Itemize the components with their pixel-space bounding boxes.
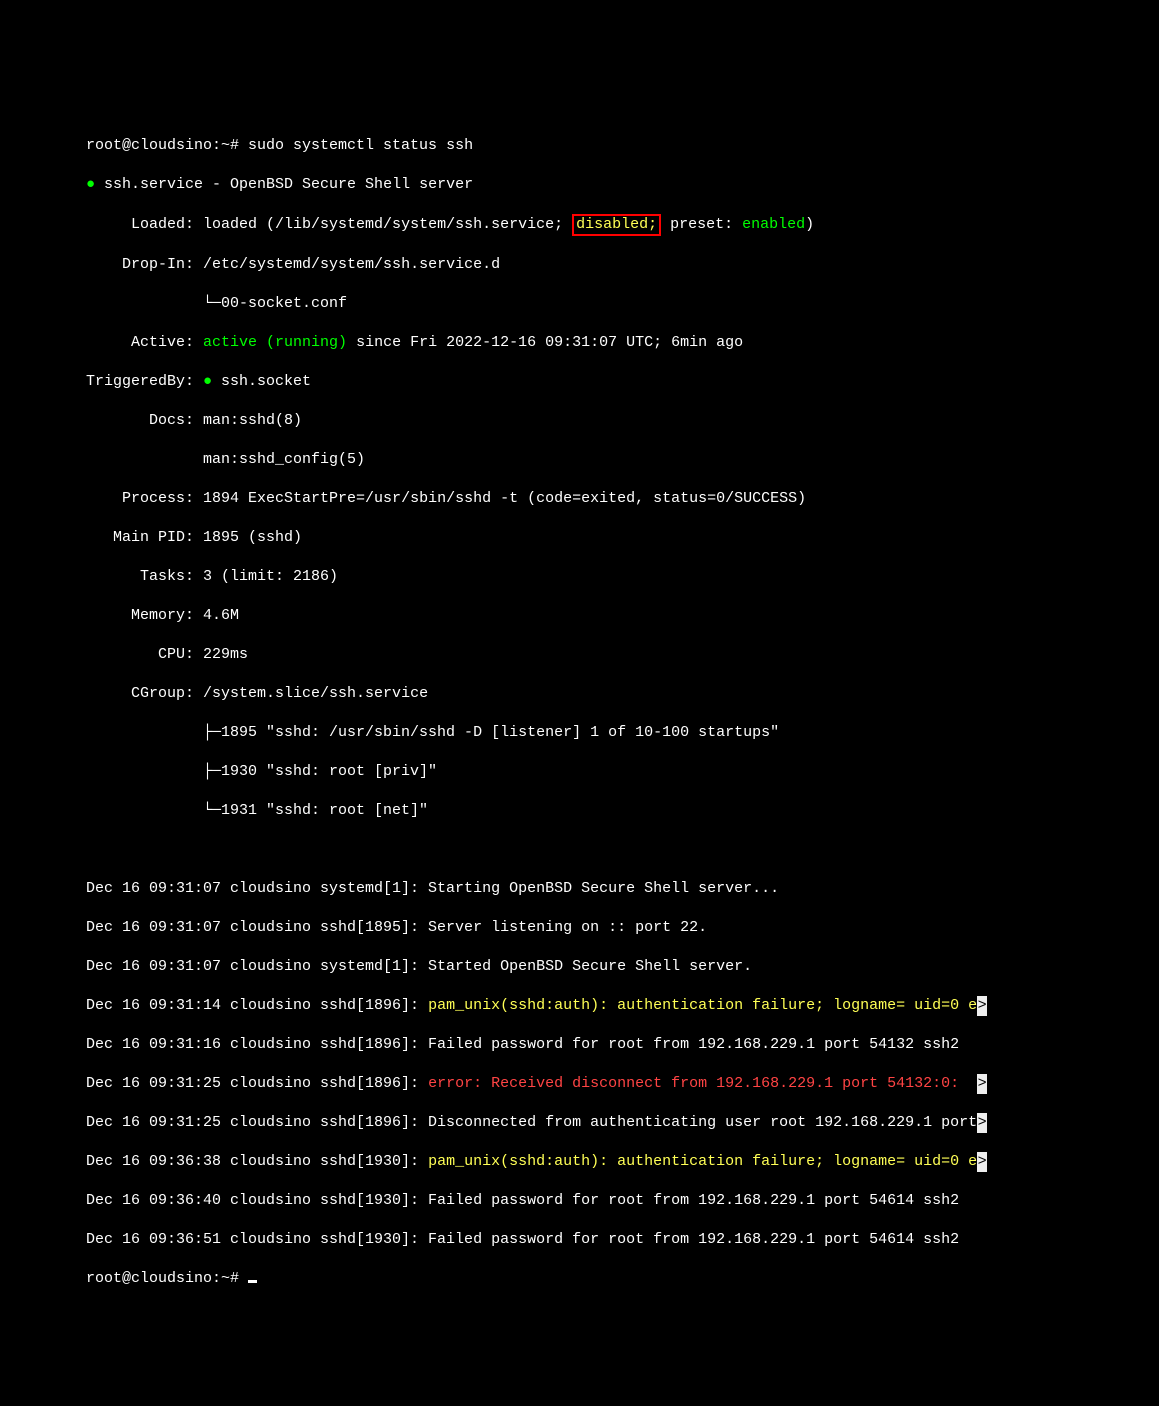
overflow-icon: > xyxy=(977,1074,987,1094)
log-line: Dec 16 09:31:07 cloudsino systemd[1]: St… xyxy=(86,879,1159,899)
preset-label: preset: xyxy=(661,216,742,233)
mainpid-val: 1895 (sshd) xyxy=(203,529,302,546)
log-line: Dec 16 09:31:16 cloudsino sshd[1896]: Fa… xyxy=(86,1035,1159,1055)
log-line: Dec 16 09:36:51 cloudsino sshd[1930]: Fa… xyxy=(86,1230,1159,1250)
log-line: Dec 16 09:31:25 cloudsino sshd[1896]: Di… xyxy=(86,1113,1159,1133)
log-prefix: Dec 16 09:31:14 cloudsino sshd[1896]: xyxy=(86,997,428,1014)
terminal-output: root@cloudsino:~# sudo systemctl status … xyxy=(86,116,1159,1308)
log-prefix: Dec 16 09:31:25 cloudsino sshd[1896]: xyxy=(86,1075,428,1092)
cgroup-label: CGroup: xyxy=(86,685,203,702)
active-since: since Fri 2022-12-16 09:31:07 UTC; 6min … xyxy=(347,334,743,351)
prompt-line[interactable]: root@cloudsino:~# xyxy=(86,1269,1159,1289)
log-line: Dec 16 09:31:25 cloudsino sshd[1896]: er… xyxy=(86,1074,1159,1094)
log-warning: pam_unix(sshd:auth): authentication fail… xyxy=(428,1153,977,1170)
mainpid-label: Main PID: xyxy=(86,529,203,546)
tasks-label: Tasks: xyxy=(86,568,203,585)
memory-label: Memory: xyxy=(86,607,203,624)
loaded-path: loaded (/lib/systemd/system/ssh.service; xyxy=(203,216,572,233)
process-label: Process: xyxy=(86,490,203,507)
prompt: root@cloudsino:~# xyxy=(86,1270,248,1287)
service-name: ssh.service - OpenBSD Secure Shell serve… xyxy=(95,176,473,193)
bullet-icon: ● xyxy=(203,373,212,390)
loaded-label: Loaded: xyxy=(86,216,203,233)
log-line: Dec 16 09:36:40 cloudsino sshd[1930]: Fa… xyxy=(86,1191,1159,1211)
bullet-icon: ● xyxy=(86,176,95,193)
process-val: 1894 ExecStartPre=/usr/sbin/sshd -t (cod… xyxy=(203,490,806,507)
log-prefix: Dec 16 09:36:38 cloudsino sshd[1930]: xyxy=(86,1153,428,1170)
docs-line: Docs: man:sshd(8) xyxy=(86,411,1159,431)
cgroup-val: /system.slice/ssh.service xyxy=(203,685,428,702)
tasks-val: 3 (limit: 2186) xyxy=(203,568,338,585)
cgroup-child: ├─1930 "sshd: root [priv]" xyxy=(86,762,1159,782)
disabled-highlight: disabled; xyxy=(572,214,661,236)
log-warning: pam_unix(sshd:auth): authentication fail… xyxy=(428,997,977,1014)
tasks-line: Tasks: 3 (limit: 2186) xyxy=(86,567,1159,587)
dropin-file-line: └─00-socket.conf xyxy=(86,294,1159,314)
dropin-label: Drop-In: xyxy=(86,256,203,273)
triggeredby-val: ssh.socket xyxy=(212,373,311,390)
triggeredby-label: TriggeredBy: xyxy=(86,373,203,390)
enabled-text: enabled xyxy=(742,216,805,233)
cpu-label: CPU: xyxy=(86,646,203,663)
log-line: Dec 16 09:31:14 cloudsino sshd[1896]: pa… xyxy=(86,996,1159,1016)
cpu-line: CPU: 229ms xyxy=(86,645,1159,665)
docs-val: man:sshd(8) xyxy=(203,412,302,429)
log-line: Dec 16 09:31:07 cloudsino sshd[1895]: Se… xyxy=(86,918,1159,938)
cursor-icon xyxy=(248,1280,257,1283)
overflow-icon: > xyxy=(977,1113,987,1133)
loaded-line: Loaded: loaded (/lib/systemd/system/ssh.… xyxy=(86,214,1159,236)
dropin-line: Drop-In: /etc/systemd/system/ssh.service… xyxy=(86,255,1159,275)
cgroup-child: └─1931 "sshd: root [net]" xyxy=(86,801,1159,821)
prompt: root@cloudsino:~# xyxy=(86,137,248,154)
docs-label: Docs: xyxy=(86,412,203,429)
cgroup-line: CGroup: /system.slice/ssh.service xyxy=(86,684,1159,704)
disabled-text: disabled; xyxy=(576,216,657,233)
active-label: Active: xyxy=(86,334,203,351)
overflow-icon: > xyxy=(977,996,987,1016)
active-status: active (running) xyxy=(203,334,347,351)
memory-line: Memory: 4.6M xyxy=(86,606,1159,626)
dropin-path: /etc/systemd/system/ssh.service.d xyxy=(203,256,500,273)
triggeredby-line: TriggeredBy: ● ssh.socket xyxy=(86,372,1159,392)
command: sudo systemctl status ssh xyxy=(248,137,473,154)
command-line: root@cloudsino:~# sudo systemctl status … xyxy=(86,136,1159,156)
cpu-val: 229ms xyxy=(203,646,248,663)
log-text: Dec 16 09:31:25 cloudsino sshd[1896]: Di… xyxy=(86,1114,977,1131)
mainpid-line: Main PID: 1895 (sshd) xyxy=(86,528,1159,548)
blank-line xyxy=(86,840,1159,860)
docs-line2: man:sshd_config(5) xyxy=(86,450,1159,470)
memory-val: 4.6M xyxy=(203,607,239,624)
service-header: ● ssh.service - OpenBSD Secure Shell ser… xyxy=(86,175,1159,195)
active-line: Active: active (running) since Fri 2022-… xyxy=(86,333,1159,353)
log-line: Dec 16 09:36:38 cloudsino sshd[1930]: pa… xyxy=(86,1152,1159,1172)
paren-close: ) xyxy=(805,216,814,233)
cgroup-child: ├─1895 "sshd: /usr/sbin/sshd -D [listene… xyxy=(86,723,1159,743)
overflow-icon: > xyxy=(977,1152,987,1172)
log-line: Dec 16 09:31:07 cloudsino systemd[1]: St… xyxy=(86,957,1159,977)
log-error: error: Received disconnect from 192.168.… xyxy=(428,1075,977,1092)
process-line: Process: 1894 ExecStartPre=/usr/sbin/ssh… xyxy=(86,489,1159,509)
